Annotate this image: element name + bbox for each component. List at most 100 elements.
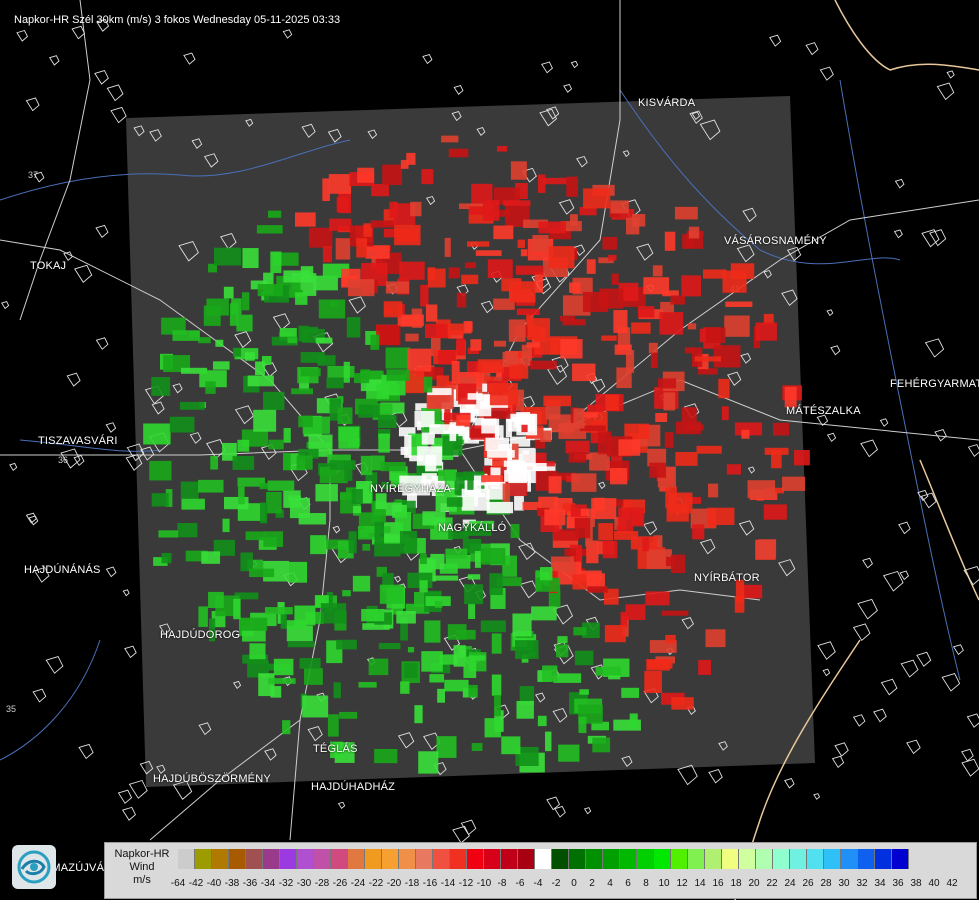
radar-echo — [407, 348, 432, 372]
radar-echo — [557, 636, 568, 644]
radar-echo — [308, 326, 319, 333]
radar-echo — [285, 620, 307, 629]
radar-echo — [543, 395, 572, 407]
radar-echo — [425, 304, 438, 322]
radar-echo — [336, 639, 357, 650]
radar-echo — [481, 475, 503, 483]
radar-echo — [474, 550, 481, 568]
radar-echo — [444, 679, 469, 692]
radar-echo — [244, 352, 255, 361]
radar-echo — [424, 323, 448, 338]
radar-echo — [477, 359, 504, 373]
radar-echo — [523, 462, 547, 472]
radar-echo — [461, 274, 479, 285]
legend-tick-label: -22 — [368, 878, 384, 889]
radar-echo — [538, 174, 546, 193]
radar-echo — [335, 238, 351, 260]
radar-echo — [283, 453, 291, 471]
radar-echo — [773, 422, 789, 436]
radar-echo — [441, 135, 459, 143]
city-label-teglas: TÉGLÁS — [313, 743, 358, 755]
radar-echo — [726, 464, 741, 475]
radar-echo — [356, 238, 368, 258]
radar-echo — [240, 617, 268, 631]
legend-tick-label: 24 — [784, 878, 796, 889]
radar-echo — [650, 352, 658, 369]
radar-echo — [637, 306, 655, 318]
radar-echo — [358, 404, 380, 418]
radar-echo — [725, 301, 753, 308]
legend-tick-label: 40 — [928, 878, 940, 889]
legend-swatch — [671, 849, 688, 869]
radar-echo — [531, 606, 557, 621]
legend-swatch — [484, 849, 501, 869]
radar-echo — [270, 251, 282, 274]
radar-echo — [665, 634, 676, 644]
radar-echo — [659, 312, 684, 335]
radar-echo — [595, 666, 621, 676]
legend-swatch — [654, 849, 671, 869]
radar-echo — [283, 428, 291, 443]
radar-echo — [291, 388, 313, 395]
radar-echo — [468, 684, 478, 697]
city-label-nyirbator: NYÍRBÁTOR — [694, 572, 760, 584]
legend-tick-label: -20 — [386, 878, 402, 889]
city-label-kisvarda: KISVÁRDA — [638, 97, 696, 109]
legend-tick-label: -14 — [440, 878, 456, 889]
legend-swatch — [399, 849, 416, 869]
radar-echo — [327, 366, 355, 378]
radar-echo — [436, 736, 457, 758]
radar-echo — [509, 281, 536, 303]
radar-echo — [215, 339, 224, 347]
radar-echo — [485, 437, 510, 451]
radar-echo — [213, 247, 242, 266]
radar-map: 41 36 35 37 — [0, 0, 979, 900]
radar-echo — [329, 460, 356, 470]
radar-echo — [569, 282, 581, 293]
radar-echo — [694, 356, 722, 362]
radar-echo — [315, 484, 338, 502]
legend-swatch — [348, 849, 365, 869]
radar-echo — [530, 360, 557, 370]
legend-swatch — [586, 849, 603, 869]
radar-echo — [464, 584, 484, 605]
radar-echo — [757, 539, 777, 558]
radar-echo — [337, 407, 353, 425]
radar-echo — [573, 408, 585, 429]
radar-echo — [333, 682, 341, 699]
radar-echo — [516, 308, 540, 316]
radar-echo — [510, 523, 520, 539]
legend-tick-label: 42 — [946, 878, 958, 889]
radar-echo — [538, 221, 566, 234]
radar-echo — [464, 262, 476, 269]
radar-echo — [198, 337, 211, 344]
radar-echo — [564, 548, 587, 556]
radar-echo — [201, 551, 221, 564]
radar-echo — [300, 368, 321, 377]
radar-echo — [383, 301, 403, 318]
radar-echo — [482, 200, 500, 221]
radar-echo — [475, 250, 502, 256]
radar-echo — [534, 271, 544, 293]
radar-echo — [241, 292, 250, 311]
radar-echo — [259, 482, 269, 490]
radar-echo — [224, 496, 249, 510]
legend-tick-label: 4 — [607, 878, 613, 889]
legend-tick-label: -8 — [497, 878, 507, 889]
city-label-nagykallo: NAGYKÁLLÓ — [438, 522, 507, 534]
radar-echo — [385, 347, 411, 369]
legend-tick-label: -28 — [314, 878, 330, 889]
radar-echo — [245, 531, 266, 541]
radar-echo — [542, 665, 558, 682]
radar-echo — [516, 700, 534, 719]
radar-echo — [283, 270, 311, 283]
legend-tick-label: 2 — [589, 878, 595, 889]
radar-echo — [515, 640, 539, 659]
radar-echo — [270, 686, 282, 698]
radar-echo — [764, 447, 789, 455]
radar-echo — [298, 325, 309, 342]
radar-echo — [586, 259, 596, 274]
radar-echo — [263, 531, 284, 547]
legend-tick-label: 28 — [820, 878, 832, 889]
radar-echo — [255, 361, 266, 376]
